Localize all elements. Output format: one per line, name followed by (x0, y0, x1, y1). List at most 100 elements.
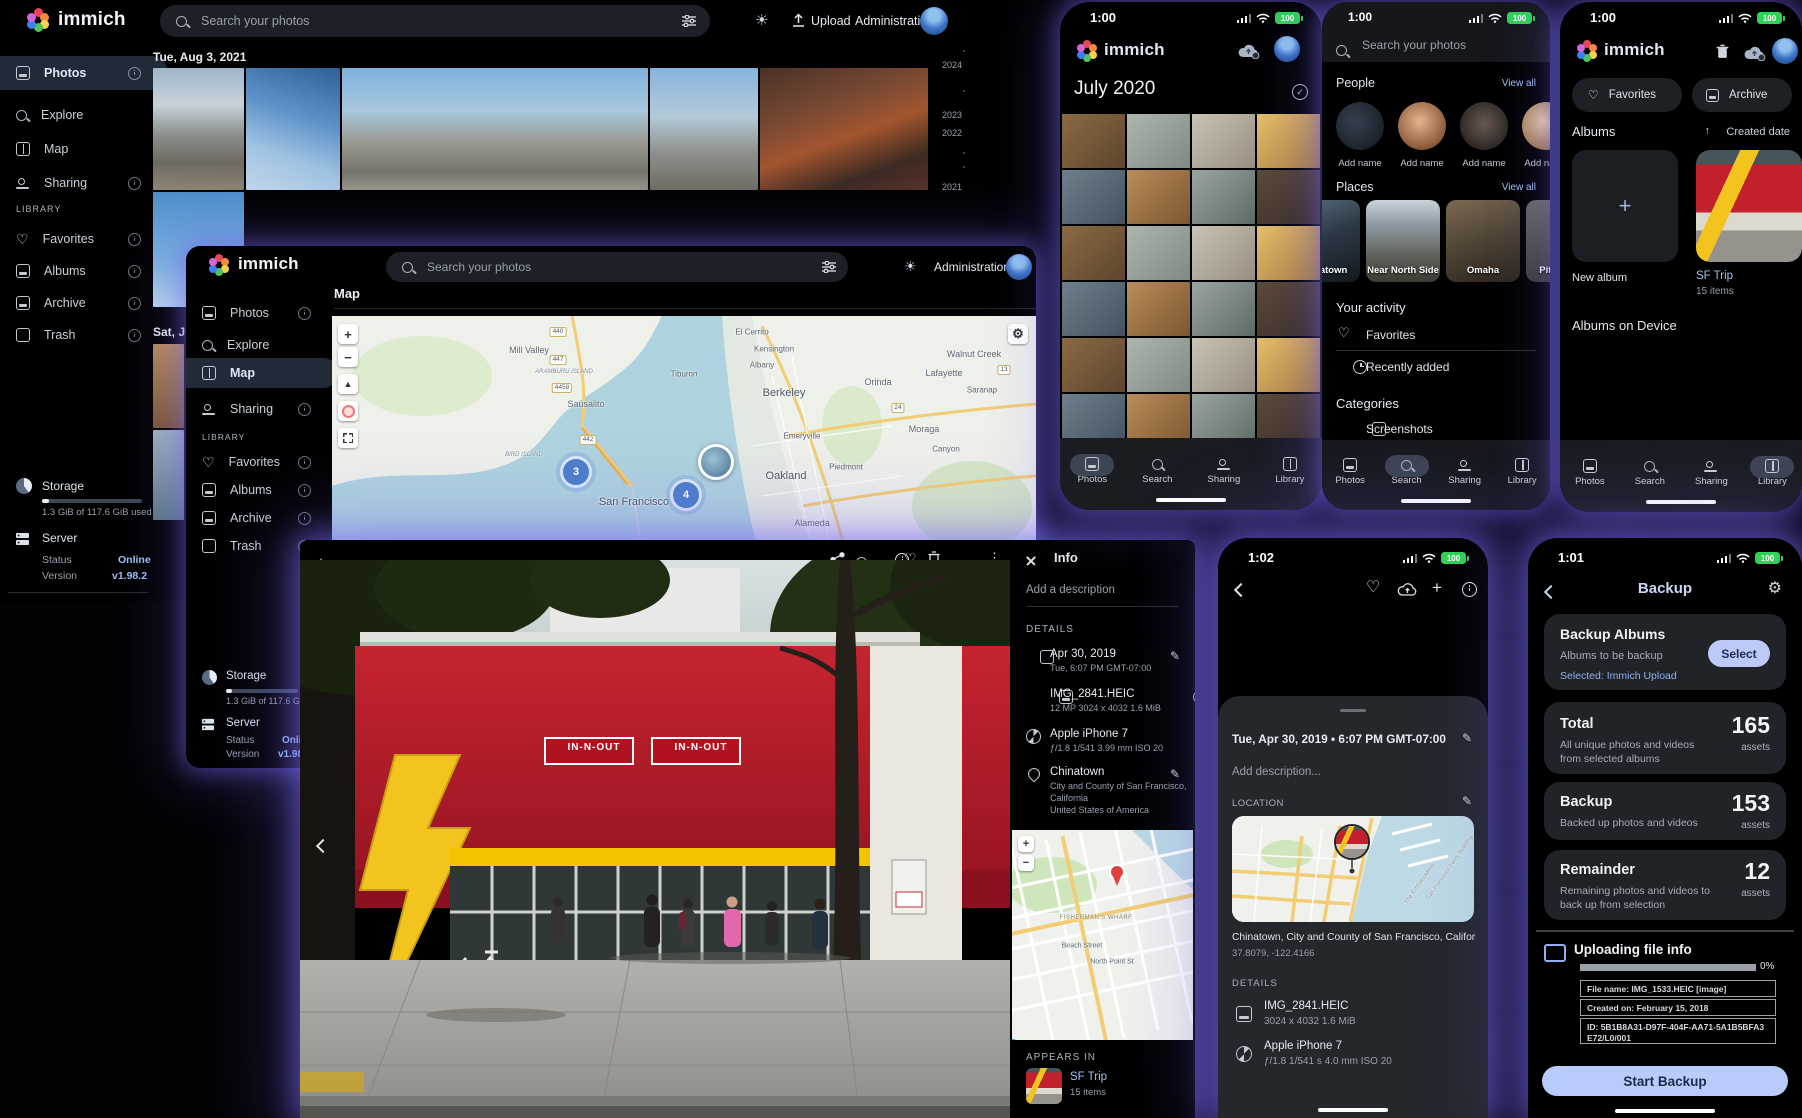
avatar[interactable] (920, 7, 948, 35)
nav-sharing[interactable]: Sharing (1695, 455, 1728, 487)
sidebar-item-favorites[interactable]: ♡ Favorites (0, 222, 168, 256)
photo-thumbnail[interactable] (1192, 338, 1255, 392)
search-input[interactable]: Search your photos (1362, 38, 1466, 52)
nav-search[interactable]: Search (1635, 455, 1665, 487)
place-card[interactable]: Omaha (1446, 200, 1520, 282)
photo-thumbnail[interactable] (1192, 226, 1255, 280)
info-icon[interactable] (128, 329, 141, 342)
sidebar-item-favorites[interactable]: ♡Favorites (186, 448, 338, 476)
photo-grid[interactable] (1062, 114, 1320, 448)
photo-thumbnail[interactable] (153, 344, 184, 428)
home-indicator[interactable] (1401, 499, 1471, 503)
photo-thumbnail[interactable] (1127, 282, 1190, 336)
filter-sliders-icon[interactable] (822, 261, 836, 273)
person-avatar[interactable] (1336, 102, 1384, 150)
photo-thumbnail[interactable] (1192, 170, 1255, 224)
info-icon[interactable] (298, 512, 311, 525)
info-icon[interactable] (298, 403, 311, 416)
activity-recent[interactable]: Recently added (1366, 360, 1449, 374)
map-zoom-in-button[interactable]: + (338, 324, 358, 344)
sheet-handle[interactable] (1340, 709, 1366, 712)
add-to-album-icon[interactable]: + (1432, 578, 1442, 598)
nav-library[interactable]: Library (1508, 454, 1537, 486)
sidebar-item-explore[interactable]: Explore (0, 98, 168, 132)
nav-photos[interactable]: Photos (1575, 455, 1605, 487)
sidebar-item-photos[interactable]: Photos (0, 56, 168, 90)
close-icon[interactable] (1026, 556, 1036, 566)
album-card[interactable] (1696, 150, 1802, 262)
photo-thumbnail[interactable] (1062, 282, 1125, 336)
nav-sharing[interactable]: Sharing (1208, 453, 1241, 485)
category-screenshots[interactable]: Screenshots (1366, 422, 1433, 436)
place-card[interactable]: Chinatown (1322, 200, 1360, 282)
administration-link[interactable]: Administration (934, 260, 1010, 274)
photo-thumbnail[interactable] (1257, 170, 1320, 224)
person-avatar[interactable] (1398, 102, 1446, 150)
info-icon[interactable] (128, 67, 141, 80)
people-view-all-link[interactable]: View all (1502, 78, 1536, 89)
photo-thumbnail[interactable] (1062, 170, 1125, 224)
photo-thumbnail[interactable] (1127, 170, 1190, 224)
person-avatar[interactable] (1522, 102, 1550, 150)
info-icon[interactable] (1462, 582, 1477, 597)
filter-sliders-icon[interactable] (682, 15, 696, 27)
photo-thumbnail[interactable] (760, 68, 928, 190)
nav-library[interactable]: Library (1758, 455, 1787, 487)
sidebar-item-albums[interactable]: Albums (186, 476, 338, 504)
archive-pill-button[interactable]: Archive (1692, 78, 1792, 112)
sidebar-item-sharing[interactable]: Sharing (186, 394, 338, 424)
map-compass-button[interactable]: ▲ (338, 374, 358, 394)
theme-toggle-sun-icon[interactable]: ☀ (904, 258, 917, 275)
cloud-sync-icon[interactable] (1236, 42, 1260, 59)
activity-favorites[interactable]: Favorites (1366, 328, 1415, 342)
nav-search[interactable]: Search (1392, 454, 1422, 486)
home-indicator[interactable] (1615, 1109, 1715, 1113)
photo-thumbnail[interactable] (1192, 114, 1255, 168)
info-icon[interactable] (128, 233, 141, 246)
avatar[interactable] (1772, 38, 1798, 64)
sidebar-item-albums[interactable]: Albums (0, 254, 168, 288)
map-zoom-out-button[interactable]: − (1018, 855, 1034, 871)
map-cluster-marker[interactable]: 4 (670, 479, 702, 511)
map-zoom-out-button[interactable]: − (338, 347, 358, 367)
cloud-upload-icon[interactable] (1396, 582, 1418, 597)
home-indicator[interactable] (1646, 500, 1716, 504)
cloud-sync-icon[interactable] (1742, 44, 1766, 61)
info-icon[interactable] (298, 484, 311, 497)
sort-arrow[interactable]: ↑ (1705, 125, 1711, 137)
avatar[interactable] (1006, 254, 1032, 280)
description-field[interactable]: Add description... (1232, 766, 1321, 778)
photo-thumbnail[interactable] (153, 430, 184, 520)
place-card[interactable]: Pittsburgh (1526, 200, 1550, 282)
map-location-filter-button[interactable] (338, 401, 358, 421)
album-name-link[interactable]: SF Trip (1070, 1071, 1107, 1083)
sidebar-item-photos[interactable]: Photos (186, 298, 338, 328)
sidebar-item-map[interactable]: Map (186, 358, 338, 388)
home-indicator[interactable] (1156, 498, 1226, 502)
nav-photos[interactable]: Photos (1078, 453, 1108, 485)
person-avatar[interactable] (1460, 102, 1508, 150)
photo-thumbnail[interactable] (1127, 226, 1190, 280)
info-icon[interactable] (128, 265, 141, 278)
nav-sharing[interactable]: Sharing (1448, 454, 1481, 486)
avatar[interactable] (1274, 36, 1300, 62)
sort-created-date[interactable]: Created date (1726, 126, 1790, 138)
favorites-pill-button[interactable]: ♡ Favorites (1572, 78, 1682, 112)
upload-icon[interactable] (792, 13, 805, 27)
places-view-all-link[interactable]: View all (1502, 182, 1536, 193)
photo-thumbnail[interactable] (153, 68, 244, 190)
edit-location-icon[interactable]: ✎ (1462, 794, 1472, 808)
photo-thumbnail[interactable] (1257, 226, 1320, 280)
photo-thumbnail[interactable] (1257, 114, 1320, 168)
timeline-scrubber[interactable]: 2024 2023 2022 2021 (930, 48, 966, 248)
album-name[interactable]: SF Trip (1696, 270, 1733, 282)
photo-thumbnail[interactable] (246, 68, 340, 190)
search-input[interactable]: Search your photos (386, 252, 848, 282)
upload-button[interactable]: Upload (811, 14, 851, 28)
photo-thumbnail[interactable] (650, 68, 758, 190)
edit-date-icon[interactable]: ✎ (1170, 649, 1180, 663)
location-map[interactable]: FISHERMAN'S WHARF Beach Street North Poi… (1012, 830, 1193, 1040)
sidebar-item-map[interactable]: Map (0, 132, 168, 166)
back-chevron[interactable] (1236, 582, 1246, 600)
sidebar-item-sharing[interactable]: Sharing (0, 166, 168, 200)
